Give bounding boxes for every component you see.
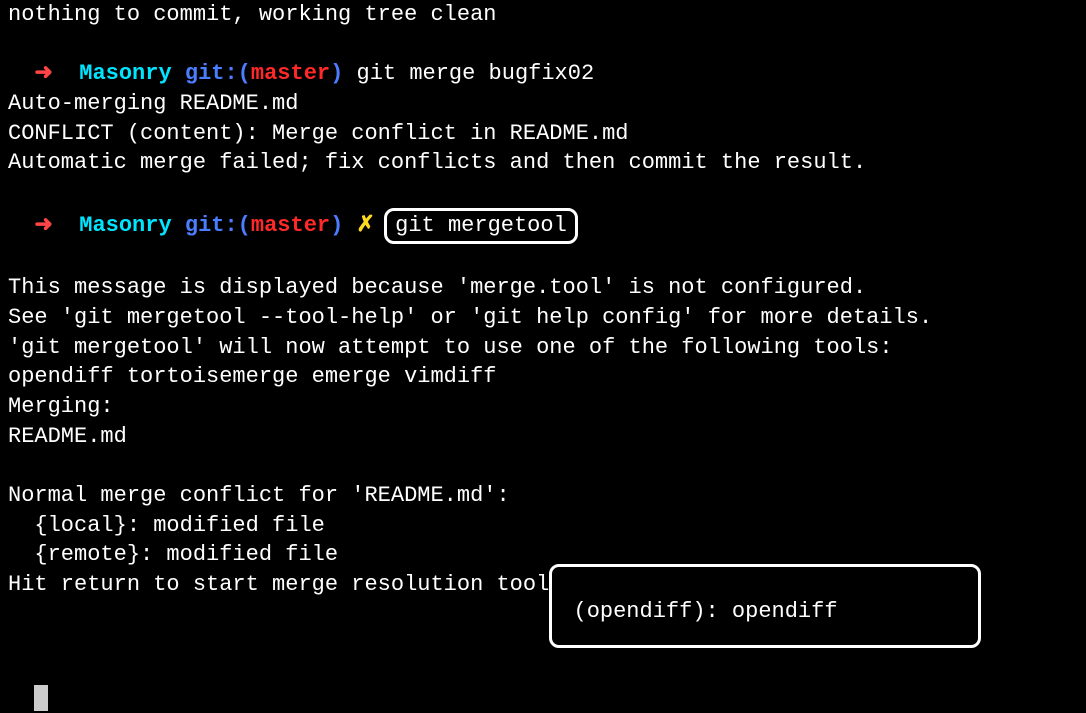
terminal-cursor-line[interactable] — [8, 654, 1078, 713]
prompt-dir: Masonry — [79, 61, 171, 86]
prompt-git-label: git:( — [172, 213, 251, 238]
terminal-line-8: 'git mergetool' will now attempt to use … — [8, 333, 1078, 363]
terminal-prompt-line-2: ➜ Masonry git:(master) ✗ git mergetool — [8, 178, 1078, 243]
prompt-git-close: ) — [330, 61, 356, 86]
terminal-prompt-line-1: ➜ Masonry git:(master) git merge bugfix0… — [8, 30, 1078, 89]
terminal-line-0: nothing to commit, working tree clean — [8, 0, 1078, 30]
prompt-branch: master — [251, 213, 330, 238]
terminal-line-7: See 'git mergetool --tool-help' or 'git … — [8, 303, 1078, 333]
terminal-blank-line-2 — [8, 451, 1078, 481]
highlighted-command-box: git mergetool — [384, 208, 578, 244]
terminal-blank-line — [8, 244, 1078, 274]
terminal-line-10: Merging: — [8, 392, 1078, 422]
terminal-line-12: Normal merge conflict for 'README.md': — [8, 481, 1078, 511]
prompt-git-label: git:( — [172, 61, 251, 86]
terminal-line-6: This message is displayed because 'merge… — [8, 273, 1078, 303]
terminal-line-3: CONFLICT (content): Merge conflict in RE… — [8, 119, 1078, 149]
prompt-arrow-icon: ➜ — [34, 213, 79, 238]
terminal-line-11: README.md — [8, 422, 1078, 452]
cursor-icon — [34, 685, 48, 711]
highlighted-tool-box: (opendiff): opendiff — [549, 564, 980, 648]
terminal-line-15b[interactable]: (opendiff): opendiff — [560, 599, 969, 624]
terminal-line-4: Automatic merge failed; fix conflicts an… — [8, 148, 1078, 178]
prompt-command: git merge bugfix02 — [357, 61, 595, 86]
terminal-line-15a: Hit return to start merge resolution too… — [8, 570, 549, 600]
terminal-line-15: Hit return to start merge resolution too… — [8, 570, 1078, 654]
terminal-line-2: Auto-merging README.md — [8, 89, 1078, 119]
prompt-dir: Masonry — [79, 213, 171, 238]
terminal-line-13: {local}: modified file — [8, 511, 1078, 541]
terminal-line-9: opendiff tortoisemerge emerge vimdiff — [8, 362, 1078, 392]
prompt-command: git mergetool — [395, 213, 567, 238]
prompt-git-close: ) — [330, 213, 356, 238]
prompt-branch: master — [251, 61, 330, 86]
prompt-arrow-icon: ➜ — [34, 61, 79, 86]
